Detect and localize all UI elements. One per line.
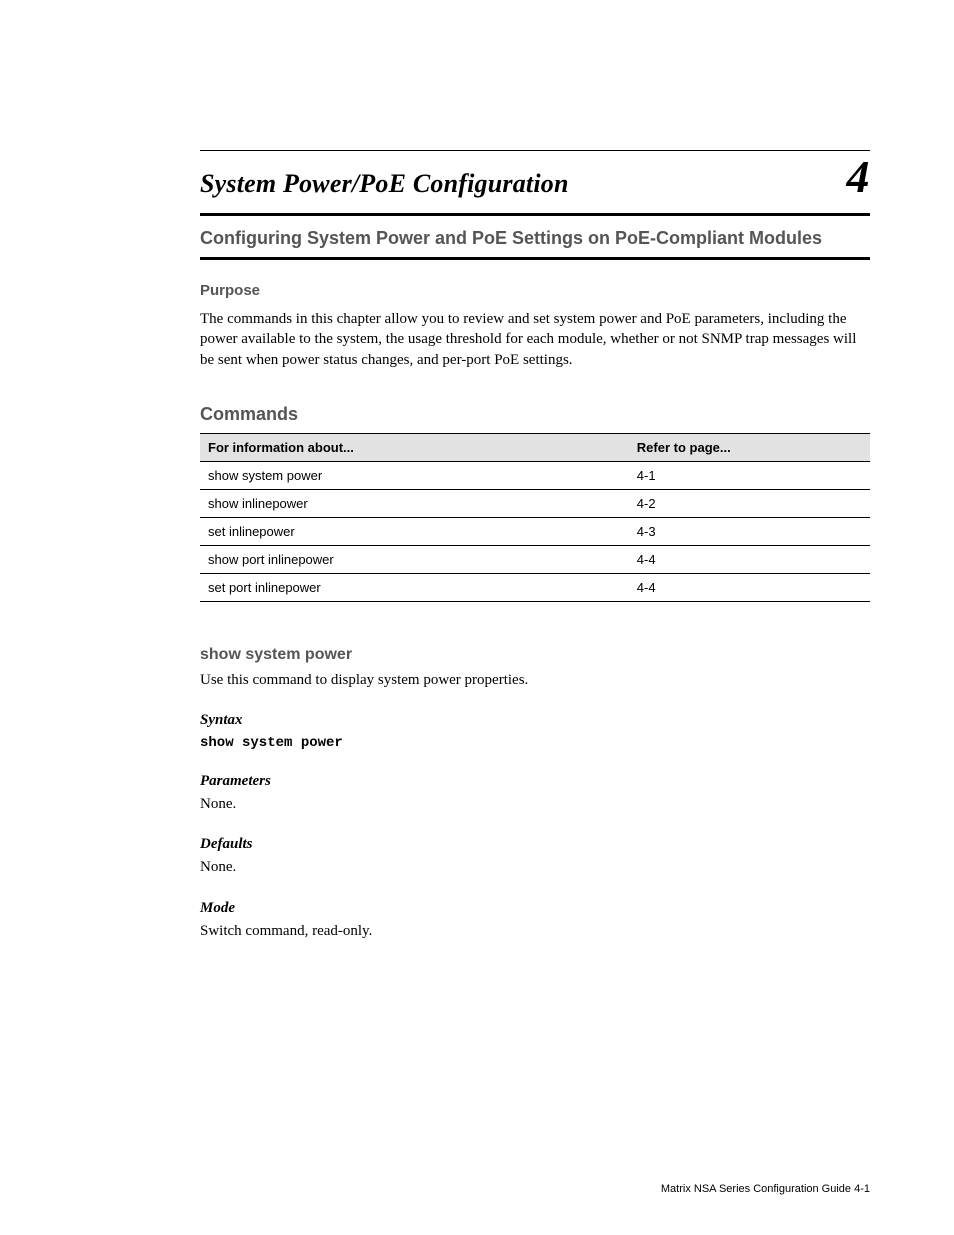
table-cell-task: show inlinepower [200, 489, 629, 517]
table-header-task: For information about... [200, 433, 629, 461]
table-header-ref: Refer to page... [629, 433, 870, 461]
table-row: show system power 4-1 [200, 461, 870, 489]
page-footer: Matrix NSA Series Configuration Guide 4-… [661, 1183, 870, 1195]
defaults-label: Defaults [200, 836, 870, 853]
table-cell-task: show system power [200, 461, 629, 489]
purpose-label: Purpose [200, 282, 870, 299]
rule-heavy-2 [200, 257, 870, 260]
chapter-title: System Power/PoE Configuration [200, 169, 870, 199]
mode-text: Switch command, read-only. [200, 921, 870, 941]
table-cell-task: set port inlinepower [200, 573, 629, 601]
syntax-text: show system power [200, 735, 870, 751]
table-row: set inlinepower 4-3 [200, 517, 870, 545]
mode-label: Mode [200, 900, 870, 917]
rule-heavy-1 [200, 213, 870, 216]
table-row: show port inlinepower 4-4 [200, 545, 870, 573]
command-name-heading: show system power [200, 646, 870, 664]
defaults-text: None. [200, 857, 870, 877]
table-cell-task: set inlinepower [200, 517, 629, 545]
table-cell-ref: 4-1 [629, 461, 870, 489]
purpose-text: The commands in this chapter allow you t… [200, 309, 870, 370]
table-cell-ref: 4-4 [629, 573, 870, 601]
parameters-label: Parameters [200, 773, 870, 790]
table-cell-ref: 4-4 [629, 545, 870, 573]
chapter-number: 4 [847, 150, 871, 203]
syntax-label: Syntax [200, 712, 870, 729]
table-cell-task: show port inlinepower [200, 545, 629, 573]
table-row: set port inlinepower 4-4 [200, 573, 870, 601]
table-cell-ref: 4-2 [629, 489, 870, 517]
table-row: show inlinepower 4-2 [200, 489, 870, 517]
commands-heading: Commands [200, 404, 870, 425]
parameters-text: None. [200, 794, 870, 814]
rule-top [200, 150, 870, 151]
command-desc: Use this command to display system power… [200, 670, 870, 690]
section-heading-intro: Configuring System Power and PoE Setting… [200, 228, 870, 249]
table-cell-ref: 4-3 [629, 517, 870, 545]
commands-table: For information about... Refer to page..… [200, 433, 870, 602]
